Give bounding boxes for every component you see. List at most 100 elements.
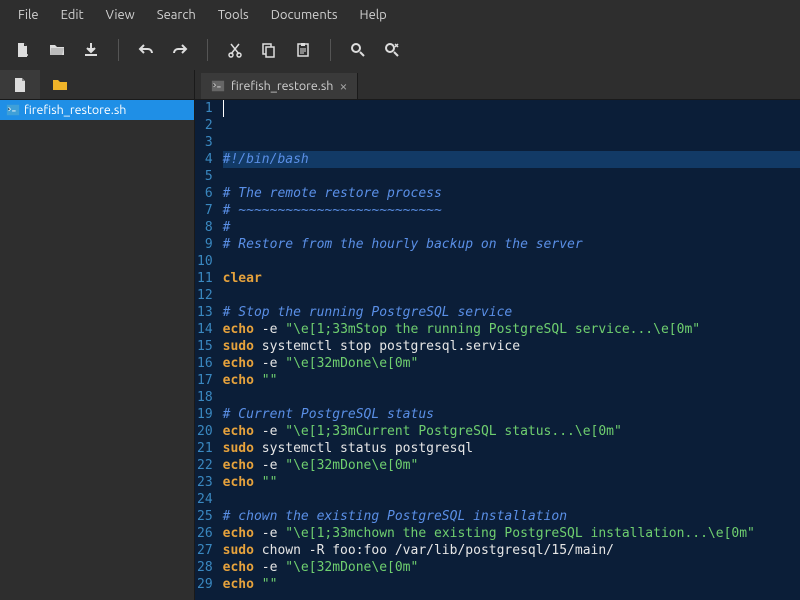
menu-documents[interactable]: Documents xyxy=(261,4,348,26)
code-line[interactable]: echo -e "\e[32mDone\e[0m" xyxy=(223,457,800,474)
main-area: firefish_restore.sh firefish_restore.sh … xyxy=(0,70,800,600)
code-line[interactable]: # ~~~~~~~~~~~~~~~~~~~~~~~~~~ xyxy=(223,202,800,219)
line-number: 24 xyxy=(197,491,213,508)
code-line[interactable]: # Stop the running PostgreSQL service xyxy=(223,304,800,321)
line-number: 4 xyxy=(197,151,213,168)
code-line[interactable] xyxy=(223,168,800,185)
open-file-name: firefish_restore.sh xyxy=(24,103,126,117)
menu-search[interactable]: Search xyxy=(147,4,206,26)
code-line[interactable]: # xyxy=(223,219,800,236)
code-line[interactable] xyxy=(223,389,800,406)
redo-button[interactable] xyxy=(165,35,195,65)
new-file-icon xyxy=(15,42,31,58)
line-number: 23 xyxy=(197,474,213,491)
editor-tab[interactable]: firefish_restore.sh × xyxy=(201,73,358,99)
toolbar-separator xyxy=(330,39,331,61)
tab-title: firefish_restore.sh xyxy=(231,79,333,93)
code-line[interactable] xyxy=(223,491,800,508)
search-button[interactable] xyxy=(343,35,373,65)
menu-view[interactable]: View xyxy=(96,4,145,26)
menu-tools[interactable]: Tools xyxy=(208,4,259,26)
line-number: 14 xyxy=(197,321,213,338)
code-line[interactable]: clear xyxy=(223,270,800,287)
code-line[interactable]: echo -e "\e[32mDone\e[0m" xyxy=(223,559,800,576)
line-number: 8 xyxy=(197,219,213,236)
paste-button[interactable] xyxy=(288,35,318,65)
line-number: 5 xyxy=(197,168,213,185)
line-number: 1 xyxy=(197,100,213,117)
save-button[interactable] xyxy=(76,35,106,65)
cut-button[interactable] xyxy=(220,35,250,65)
open-file-button[interactable] xyxy=(42,35,72,65)
copy-button[interactable] xyxy=(254,35,284,65)
redo-icon xyxy=(172,42,188,58)
code-line[interactable]: sudo systemctl stop postgresql.service xyxy=(223,338,800,355)
sidebar: firefish_restore.sh xyxy=(0,70,195,600)
code-line[interactable]: echo -e "\e[32mDone\e[0m" xyxy=(223,355,800,372)
line-number: 25 xyxy=(197,508,213,525)
editor-tabs: firefish_restore.sh × xyxy=(195,70,800,100)
line-number: 26 xyxy=(197,525,213,542)
side-tab-filebrowser[interactable] xyxy=(40,70,80,99)
undo-button[interactable] xyxy=(131,35,161,65)
line-number: 9 xyxy=(197,236,213,253)
line-number: 28 xyxy=(197,559,213,576)
code-line[interactable]: echo "" xyxy=(223,474,800,491)
toolbar-separator xyxy=(118,39,119,61)
editor-wrap: firefish_restore.sh × 123456789101112131… xyxy=(195,70,800,600)
line-number: 19 xyxy=(197,406,213,423)
copy-icon xyxy=(261,42,277,58)
shell-file-icon xyxy=(211,79,225,93)
menu-edit[interactable]: Edit xyxy=(51,4,94,26)
line-number: 13 xyxy=(197,304,213,321)
shell-file-icon xyxy=(6,103,20,117)
new-file-button[interactable] xyxy=(8,35,38,65)
code-line[interactable] xyxy=(223,593,800,600)
menu-bar: File Edit View Search Tools Documents He… xyxy=(0,0,800,30)
cut-icon xyxy=(227,42,243,58)
folder-icon xyxy=(52,77,68,93)
menu-help[interactable]: Help xyxy=(350,4,397,26)
line-number: 20 xyxy=(197,423,213,440)
line-number: 22 xyxy=(197,457,213,474)
document-icon xyxy=(12,77,28,93)
line-number: 29 xyxy=(197,576,213,593)
code-line[interactable]: # Restore from the hourly backup on the … xyxy=(223,236,800,253)
code-line[interactable]: echo -e "\e[1;33mCurrent PostgreSQL stat… xyxy=(223,423,800,440)
code-line[interactable]: # Current PostgreSQL status xyxy=(223,406,800,423)
code-line[interactable]: # The remote restore process xyxy=(223,185,800,202)
code-line[interactable]: echo -e "\e[1;33mchown the existing Post… xyxy=(223,525,800,542)
side-tab-documents[interactable] xyxy=(0,70,40,99)
replace-button[interactable] xyxy=(377,35,407,65)
code-editor[interactable]: 1234567891011121314151617181920212223242… xyxy=(195,100,800,600)
line-gutter: 1234567891011121314151617181920212223242… xyxy=(195,100,219,600)
menu-file[interactable]: File xyxy=(8,4,49,26)
code-line[interactable]: # chown the existing PostgreSQL installa… xyxy=(223,508,800,525)
code-area[interactable]: #!/bin/bash # The remote restore process… xyxy=(219,100,800,600)
code-line[interactable]: #!/bin/bash xyxy=(223,151,800,168)
code-line[interactable]: echo -e "\e[1;33mStop the running Postgr… xyxy=(223,321,800,338)
open-file-entry[interactable]: firefish_restore.sh xyxy=(0,100,194,120)
open-file-icon xyxy=(49,42,65,58)
toolbar-separator xyxy=(207,39,208,61)
code-line[interactable]: echo "" xyxy=(223,372,800,389)
line-number: 7 xyxy=(197,202,213,219)
paste-icon xyxy=(295,42,311,58)
line-number: 2 xyxy=(197,117,213,134)
code-line[interactable] xyxy=(223,253,800,270)
code-line[interactable]: sudo chown -R foo:foo /var/lib/postgresq… xyxy=(223,542,800,559)
side-tabs xyxy=(0,70,194,100)
line-number: 27 xyxy=(197,542,213,559)
line-number: 21 xyxy=(197,440,213,457)
code-line[interactable]: echo "" xyxy=(223,576,800,593)
text-cursor xyxy=(223,100,224,117)
line-number: 15 xyxy=(197,338,213,355)
close-icon[interactable]: × xyxy=(339,78,347,94)
code-line[interactable] xyxy=(223,287,800,304)
code-line[interactable]: sudo systemctl status postgresql xyxy=(223,440,800,457)
line-number: 12 xyxy=(197,287,213,304)
line-number: 3 xyxy=(197,134,213,151)
line-number: 17 xyxy=(197,372,213,389)
replace-icon xyxy=(384,42,400,58)
line-number: 16 xyxy=(197,355,213,372)
